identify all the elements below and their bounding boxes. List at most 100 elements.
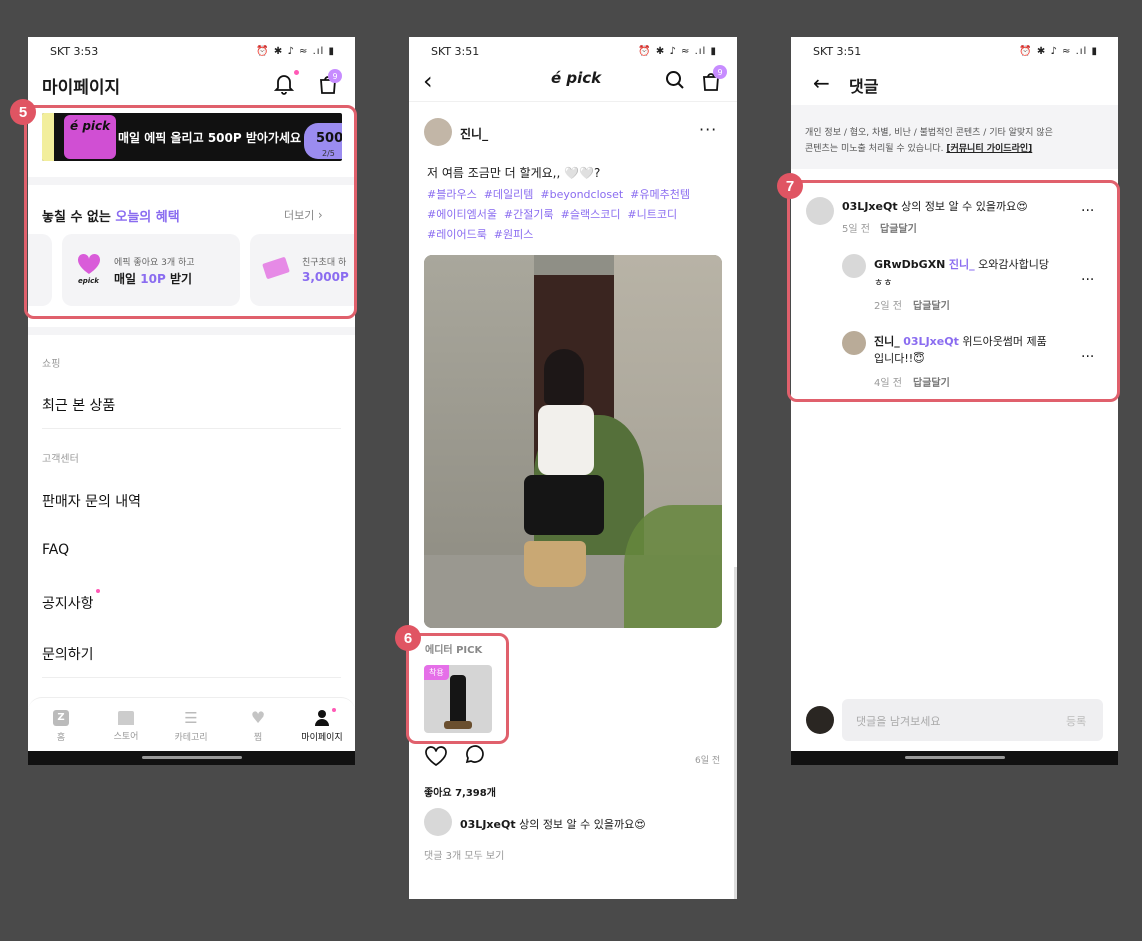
comment-text-2: 입니다!!😇: [874, 352, 925, 365]
phone-post-detail: SKT 3:51 ⏰ ✱ ♪ ≈ .ıl ▮ ‹ é pick 9 진니_ ··…: [409, 37, 737, 899]
photo-person-hair: [544, 349, 584, 405]
menu-notice[interactable]: 공지사항: [42, 593, 94, 613]
guideline-link[interactable]: [커뮤니티 가이드라인]: [946, 144, 1032, 154]
tab-category[interactable]: ☰ 카테고리: [168, 710, 214, 743]
reply-button[interactable]: 답글달기: [880, 220, 917, 235]
comment-username[interactable]: 진니_: [874, 335, 900, 348]
view-all-comments[interactable]: 댓글 3개 모두 보기: [424, 847, 504, 862]
comment-input-box[interactable]: 댓글을 남겨보세요 등록: [842, 699, 1103, 741]
photo-leaves: [624, 505, 722, 628]
notice-dot: [96, 589, 100, 593]
phone-comments: SKT 3:51 ⏰ ✱ ♪ ≈ .ıl ▮ ← 댓글 개인 정보 / 혐오, …: [791, 37, 1118, 765]
phone-mypage: SKT 3:53 ⏰ ✱ ♪ ≈ .ıl ▮ 마이페이지 9 é pick 매일…: [28, 37, 355, 765]
more-options-icon[interactable]: ···: [1081, 203, 1094, 219]
reply-button[interactable]: 답글달기: [913, 297, 950, 312]
comment-mention[interactable]: 03LJxeQt: [903, 335, 959, 348]
user-icon: [314, 710, 330, 726]
home-indicator: [141, 756, 242, 759]
post-tags-line1[interactable]: #블라우스 #데일리템 #beyondcloset #유메추천템: [427, 186, 690, 202]
tab-home[interactable]: Z 홈: [42, 710, 80, 743]
menu-recent-products[interactable]: 최근 본 상품: [42, 395, 115, 415]
comment-username[interactable]: GRwDbGXN: [874, 258, 945, 271]
banner-left-accent: [42, 113, 54, 161]
more-link[interactable]: 더보기 ›: [284, 207, 323, 223]
post-photo[interactable]: [424, 255, 722, 628]
menu-seller-inquiry[interactable]: 판매자 문의 내역: [42, 491, 141, 511]
avatar[interactable]: [806, 706, 834, 734]
bottom-tab-bar: Z 홈 스토어 ☰ 카테고리 ♥ 찜 마이페이지: [28, 697, 355, 752]
comment-preview[interactable]: 03LJxeQt 상의 정보 알 수 있을까요😍: [460, 816, 646, 832]
store-icon: [118, 711, 134, 725]
benefit-card-prev[interactable]: [28, 234, 52, 306]
submit-button[interactable]: 등록: [1066, 713, 1086, 729]
avatar[interactable]: [424, 808, 452, 836]
more-options-icon[interactable]: ···: [1081, 272, 1094, 288]
more-options-icon[interactable]: ···: [699, 120, 717, 139]
section-shopping: 쇼핑: [42, 359, 61, 370]
photo-person-legs: [524, 475, 604, 535]
tab-wishlist[interactable]: ♥ 찜: [238, 710, 278, 744]
search-icon[interactable]: [665, 70, 685, 90]
like-count: 좋아요 7,398개: [424, 788, 496, 799]
tab-mypage[interactable]: 마이페이지: [296, 710, 348, 743]
comment-username[interactable]: 03LJxeQt: [842, 200, 898, 213]
home-icon: Z: [53, 710, 69, 726]
menu-divider: [42, 428, 341, 429]
post-caption: 저 여름 조금만 더 할게요,, 🤍🤍?: [427, 166, 601, 180]
post-username[interactable]: 진니_: [460, 125, 488, 142]
comment-input[interactable]: 댓글을 남겨보세요: [856, 713, 940, 729]
section-divider-2: [28, 327, 355, 335]
post-time: 6일 전: [695, 756, 721, 766]
mypage-dot: [332, 708, 336, 712]
comment-mention[interactable]: 진니_: [949, 258, 975, 271]
notice-line2: 콘텐츠는 미노출 처리될 수 있습니다. [커뮤니티 가이드라인]: [805, 141, 1118, 157]
banner-text: 매일 에픽 올리고 500P 받아가세요: [118, 131, 302, 145]
community-notice: 개인 정보 / 혐오, 차별, 비난 / 불법적인 콘텐츠 / 기타 알맞지 않…: [791, 105, 1118, 169]
photo-basket: [524, 541, 586, 587]
comment-text: 위드아웃썸머 제품: [962, 335, 1047, 348]
promo-banner[interactable]: é pick 매일 에픽 올리고 500P 받아가세요 500 2/5: [42, 113, 342, 161]
avatar[interactable]: [842, 331, 866, 355]
back-icon[interactable]: ‹: [423, 67, 433, 95]
comment-text-2: ㅎㅎ: [874, 278, 893, 289]
notification-dot: [294, 70, 299, 75]
tab-store[interactable]: 스토어: [106, 710, 146, 742]
comment-username: 03LJxeQt: [460, 818, 516, 831]
benefit-card-like[interactable]: epick 에픽 좋아요 3개 하고 매일 10P 받기: [62, 234, 240, 306]
card-main-a: 매일: [114, 272, 141, 286]
cart-count-badge: 9: [713, 65, 727, 79]
menu-contact[interactable]: 문의하기: [42, 644, 94, 664]
avatar[interactable]: [842, 254, 866, 278]
status-right-icons: ⏰ ✱ ♪ ≈ .ıl ▮: [638, 45, 717, 57]
notice-line2-text: 콘텐츠는 미노출 처리될 수 있습니다.: [805, 144, 947, 154]
post-tags-line2[interactable]: #에이티엠서울 #간절기룩 #슬랙스코디 #니트코디: [427, 206, 677, 222]
benefit-card-invite[interactable]: 친구초대 하 3,000P: [250, 234, 355, 306]
status-right-icons: ⏰ ✱ ♪ ≈ .ıl ▮: [1019, 45, 1098, 57]
bell-icon[interactable]: [274, 73, 294, 95]
banner-logo: é pick: [64, 115, 116, 159]
back-arrow-icon[interactable]: ←: [813, 71, 830, 95]
card-main-c: 받기: [165, 272, 193, 286]
menu-faq[interactable]: FAQ: [42, 542, 69, 558]
status-bar: SKT 3:51 ⏰ ✱ ♪ ≈ .ıl ▮: [409, 37, 737, 65]
notice-line1: 개인 정보 / 혐오, 차별, 비난 / 불법적인 콘텐츠 / 기타 알맞지 않…: [805, 128, 1053, 138]
scrollbar[interactable]: [734, 567, 737, 899]
card-main: 매일 10P 받기: [114, 270, 192, 287]
status-carrier-time: SKT 3:53: [50, 44, 99, 58]
like-icon[interactable]: [424, 745, 448, 767]
more-options-icon[interactable]: ···: [1081, 349, 1094, 365]
status-right-icons: ⏰ ✱ ♪ ≈ .ıl ▮: [256, 45, 335, 57]
section-customer-center: 고객센터: [42, 454, 79, 465]
card-main-b: 10P: [140, 272, 166, 286]
benefit-title-highlight: 오늘의 혜택: [115, 210, 180, 225]
comment-time: 4일 전: [874, 378, 902, 389]
avatar[interactable]: [806, 197, 834, 225]
tab-label: 카테고리: [174, 733, 208, 743]
editor-pick-product[interactable]: 착용: [424, 665, 492, 733]
reply-button[interactable]: 답글달기: [913, 374, 950, 389]
envelope-icon: [262, 256, 290, 280]
avatar[interactable]: [424, 118, 452, 146]
comment-icon[interactable]: [463, 745, 487, 767]
post-tags-line3[interactable]: #레이어드룩 #원피스: [427, 226, 533, 242]
product-figure: [450, 675, 466, 725]
